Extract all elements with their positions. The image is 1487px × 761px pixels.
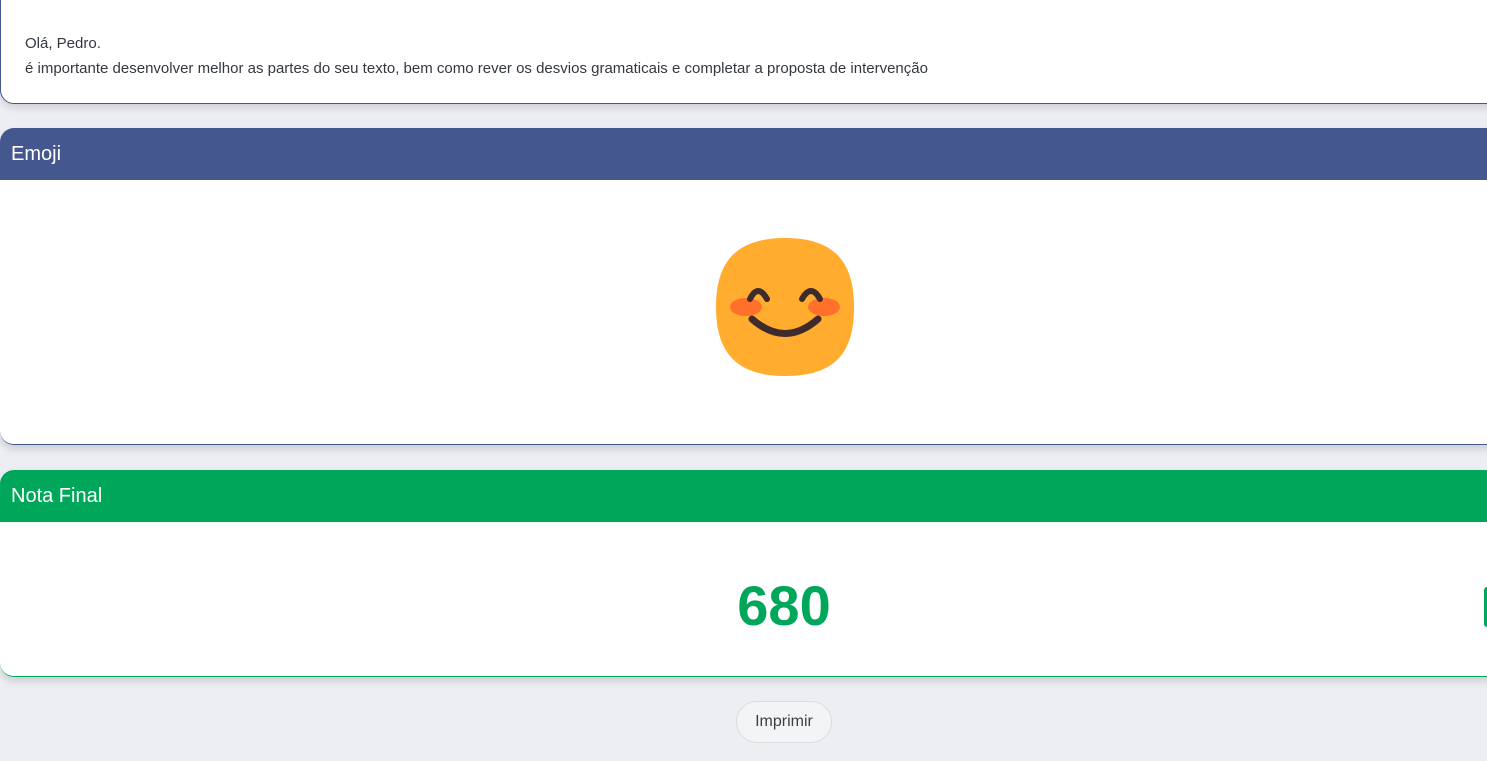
final-score-title: Nota Final [0,470,1487,522]
emoji-panel-title: Emoji [0,128,1487,180]
smiling-face-icon [714,236,856,378]
emoji-panel: Emoji [0,128,1487,445]
feedback-message-card: Olá, Pedro. é importante desenvolver mel… [0,0,1487,104]
print-button[interactable]: Imprimir [736,701,832,743]
feedback-message: Olá, Pedro. é importante desenvolver mel… [25,31,928,81]
final-score-panel: Nota Final 680 [0,470,1487,677]
feedback-text: é importante desenvolver melhor as parte… [25,60,928,77]
final-score-value: 680 [737,574,831,637]
greeting-text: Olá, Pedro. [25,35,101,52]
